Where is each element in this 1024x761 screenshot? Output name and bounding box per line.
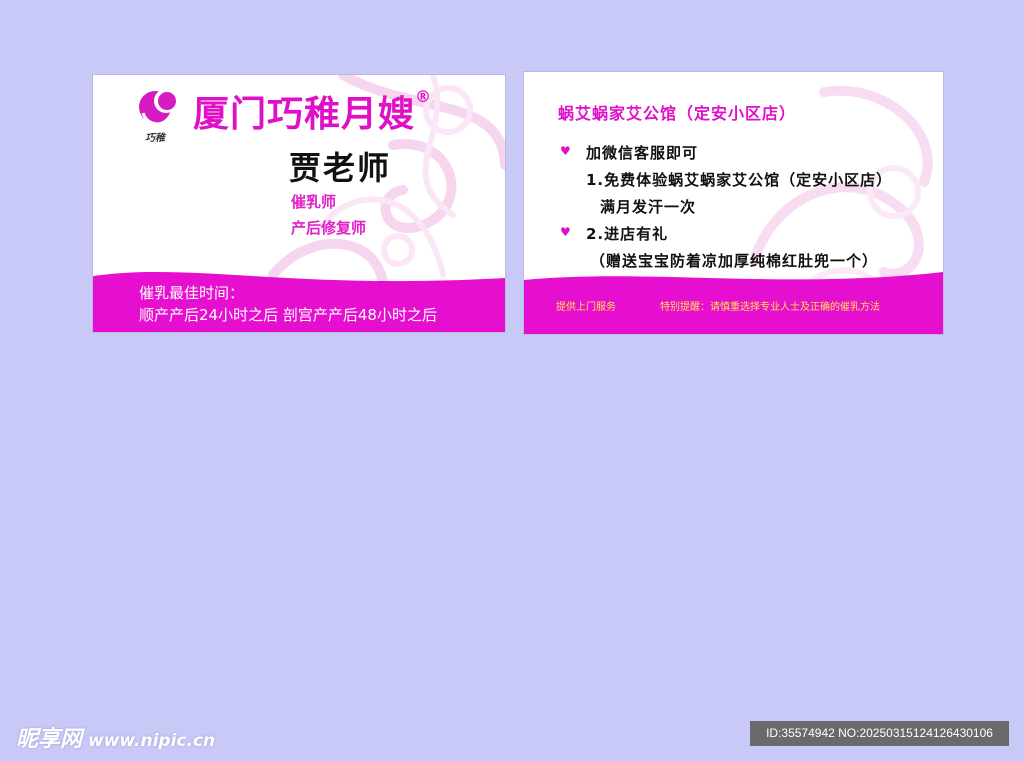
promo-line: 2.进店有礼 [586,225,669,243]
image-id-badge: ID:35574942 NO:20250315124126430106 [750,721,1009,746]
service-note: 提供上门服务 [556,302,616,313]
job-title: 催乳师 [291,193,337,211]
promo-line: 满月发汗一次 [600,198,697,216]
promo-line: 1.免费体验蜗艾蜗家艾公馆（定安小区店） [586,171,893,189]
registered-mark: ® [415,87,433,106]
reminder-note: 特别提醒：请慎重选择专业人士及正确的催乳方法 [660,302,880,313]
back-business-card: 蜗艾蜗家艾公馆（定安小区店） ♥ 加微信客服即可 1.免费体验蜗艾蜗家艾公馆（定… [524,72,943,334]
watermark-site: 昵享网 [16,727,83,752]
best-time-label: 催乳最佳时间： [139,284,245,302]
site-watermark: 昵享网 www.nipic.cn [16,721,215,753]
heart-bullet-icon: ♥ [560,225,571,239]
front-business-card: 巧稚 厦门巧稚月嫂® 贾老师 催乳师 产后修复师 催乳最佳时间： 顺产产后24小… [93,75,505,332]
brand-name-text: 厦门巧稚月嫂 [193,94,416,135]
brand-name: 厦门巧稚月嫂® [193,85,432,137]
watermark-url: www.nipic.cn [88,731,216,751]
best-time-detail: 顺产产后24小时之后 剖宫产产后48小时之后 [139,306,437,324]
job-title: 产后修复师 [291,219,367,237]
store-heading: 蜗艾蜗家艾公馆（定安小区店） [558,104,797,123]
logo-caption: 巧稚 [145,133,165,144]
person-name: 贾老师 [289,149,392,187]
brand-logo-icon [139,89,178,126]
promo-line: 加微信客服即可 [586,144,699,162]
heart-bullet-icon: ♥ [560,144,571,158]
